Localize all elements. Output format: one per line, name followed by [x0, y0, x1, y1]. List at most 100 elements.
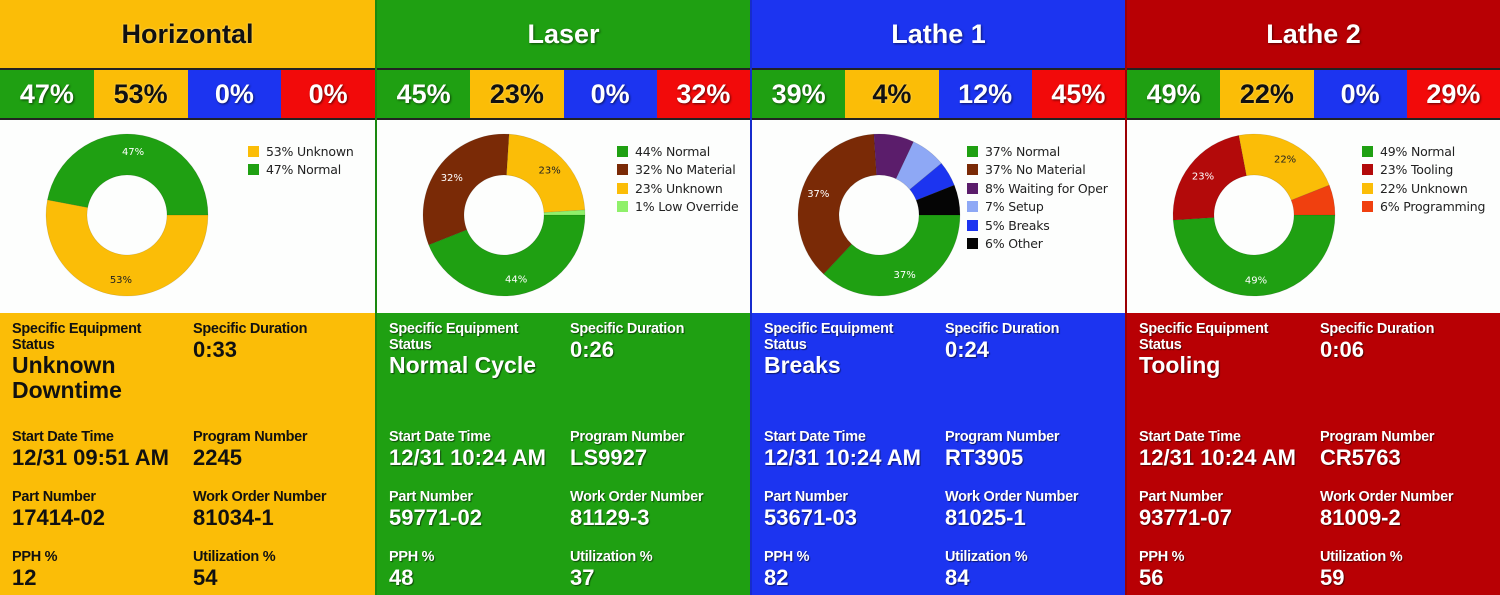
field-work-order-number: Work Order Number 81034-1	[193, 489, 327, 530]
equipment-panel-laser: Laser 45% 23% 0% 32% 44% 32% 23% 44% Norma…	[375, 0, 750, 595]
work-order-number-value: 81025-1	[945, 505, 1026, 530]
legend-item[interactable]: 6% Other	[967, 236, 1108, 253]
legend-swatch	[967, 201, 978, 213]
legend-item[interactable]: 44% Normal	[617, 143, 738, 160]
field-duration: Specific Duration 0:24	[945, 321, 1059, 362]
status-value: Unknown Downtime	[12, 352, 122, 403]
legend-label: 23% Tooling	[1380, 162, 1454, 178]
summary-blue-percent: 0%	[563, 70, 657, 118]
legend-item[interactable]: 6% Programming	[1362, 199, 1485, 216]
equipment-title: Lathe 2	[1127, 0, 1500, 70]
status-label: Specific Equipment Status	[764, 321, 894, 353]
part-number-label: Part Number	[1139, 489, 1223, 505]
legend-swatch	[1362, 164, 1373, 176]
chart-legend: 49% Normal 23% Tooling 22% Unknown 6% Progr…	[1362, 143, 1485, 215]
legend-label: 37% No Material	[985, 162, 1086, 178]
legend-swatch	[1362, 182, 1373, 194]
utilization-value: 84	[945, 565, 970, 590]
summary-unknown-percent: 22%	[1220, 70, 1314, 118]
field-work-order-number: Work Order Number 81009-2	[1320, 489, 1454, 530]
duration-value: 0:26	[570, 337, 615, 362]
summary-normal-percent: 45%	[377, 70, 471, 118]
equipment-title: Lathe 1	[752, 0, 1125, 70]
work-order-number-value: 81129-3	[570, 505, 650, 530]
field-part-number: Part Number 59771-02	[389, 489, 482, 530]
program-number-label: Program Number	[1320, 429, 1435, 445]
legend-item[interactable]: 47% Normal	[248, 162, 354, 179]
field-pph: PPH % 56	[1139, 549, 1185, 590]
equipment-panel-lathe-1: Lathe 1 39% 4% 12% 45% 37% 37% 37% Normal…	[750, 0, 1125, 595]
pph-label: PPH %	[1139, 549, 1185, 565]
legend-swatch	[967, 164, 978, 176]
legend-item[interactable]: 32% No Material	[617, 162, 738, 179]
status-summary-bar: 39% 4% 12% 45%	[752, 70, 1125, 120]
legend-swatch	[617, 201, 628, 213]
field-program-number: Program Number 2245	[193, 429, 308, 470]
summary-normal-percent: 39%	[752, 70, 846, 118]
legend-label: 8% Waiting for Oper	[985, 180, 1108, 196]
legend-label: 32% No Material	[635, 162, 736, 178]
summary-normal-percent: 47%	[0, 70, 94, 118]
legend-swatch	[617, 145, 628, 157]
field-pph: PPH % 48	[389, 549, 435, 590]
field-duration: Specific Duration 0:26	[570, 321, 684, 362]
legend-item[interactable]: 8% Waiting for Oper	[967, 180, 1108, 197]
summary-red-percent: 45%	[1031, 70, 1125, 118]
status-label: Specific Equipment Status	[389, 321, 519, 353]
field-start-date-time: Start Date Time 12/31 09:51 AM	[12, 429, 169, 470]
program-number-value: CR5763	[1320, 445, 1401, 470]
legend-item[interactable]: 23% Tooling	[1362, 162, 1485, 179]
legend-swatch	[1362, 201, 1373, 213]
work-order-number-value: 81034-1	[193, 505, 274, 530]
legend-label: 22% Unknown	[1380, 180, 1468, 196]
field-duration: Specific Duration 0:33	[193, 321, 307, 362]
legend-swatch	[617, 182, 628, 194]
legend-item[interactable]: 37% No Material	[967, 162, 1108, 179]
field-utilization: Utilization % 37	[570, 549, 653, 590]
donut-chart-container: 44% 32% 23% 44% Normal 32% No Material 23% U…	[377, 120, 750, 313]
summary-red-percent: 0%	[281, 70, 375, 118]
legend-label: 6% Other	[985, 236, 1043, 252]
legend-item[interactable]: 37% Normal	[967, 143, 1108, 160]
duration-value: 0:33	[193, 337, 238, 362]
field-utilization: Utilization % 84	[945, 549, 1028, 590]
equipment-details: Specific Equipment Status Unknown Downti…	[0, 313, 375, 595]
duration-label: Specific Duration	[945, 321, 1060, 337]
legend-label: 7% Setup	[985, 199, 1044, 215]
work-order-number-label: Work Order Number	[1320, 489, 1454, 505]
donut-data-label: 37%	[893, 270, 915, 281]
utilization-label: Utilization %	[945, 549, 1028, 565]
donut-data-label: 47%	[122, 147, 144, 158]
pph-value: 48	[389, 565, 414, 590]
equipment-title: Horizontal	[0, 0, 375, 70]
legend-item[interactable]: 5% Breaks	[967, 217, 1108, 234]
legend-swatch	[967, 238, 978, 250]
field-part-number: Part Number 17414-02	[12, 489, 105, 530]
legend-label: 47% Normal	[266, 162, 341, 178]
utilization-value: 59	[1320, 565, 1345, 590]
donut-slice-normal[interactable]	[823, 214, 961, 297]
donut-slice-no-material[interactable]	[422, 133, 510, 246]
legend-item[interactable]: 1% Low Override	[617, 199, 739, 216]
legend-item[interactable]: 53% Unknown	[248, 143, 354, 160]
pph-value: 56	[1139, 565, 1164, 590]
start-date-time-label: Start Date Time	[389, 429, 491, 445]
duration-value: 0:06	[1320, 337, 1365, 362]
legend-swatch	[967, 145, 978, 157]
field-utilization: Utilization % 59	[1320, 549, 1403, 590]
part-number-value: 59771-02	[389, 505, 482, 530]
field-work-order-number: Work Order Number 81025-1	[945, 489, 1079, 530]
summary-unknown-percent: 23%	[470, 70, 564, 118]
utilization-label: Utilization %	[1320, 549, 1403, 565]
field-program-number: Program Number LS9927	[570, 429, 685, 470]
legend-item[interactable]: 22% Unknown	[1362, 180, 1485, 197]
part-number-label: Part Number	[12, 489, 96, 505]
summary-unknown-percent: 53%	[93, 70, 188, 118]
field-part-number: Part Number 53671-03	[764, 489, 857, 530]
legend-item[interactable]: 23% Unknown	[617, 180, 738, 197]
part-number-label: Part Number	[389, 489, 473, 505]
legend-item[interactable]: 7% Setup	[967, 199, 1108, 216]
part-number-label: Part Number	[764, 489, 848, 505]
donut-data-label: 23%	[538, 165, 560, 176]
legend-item[interactable]: 49% Normal	[1362, 143, 1485, 160]
